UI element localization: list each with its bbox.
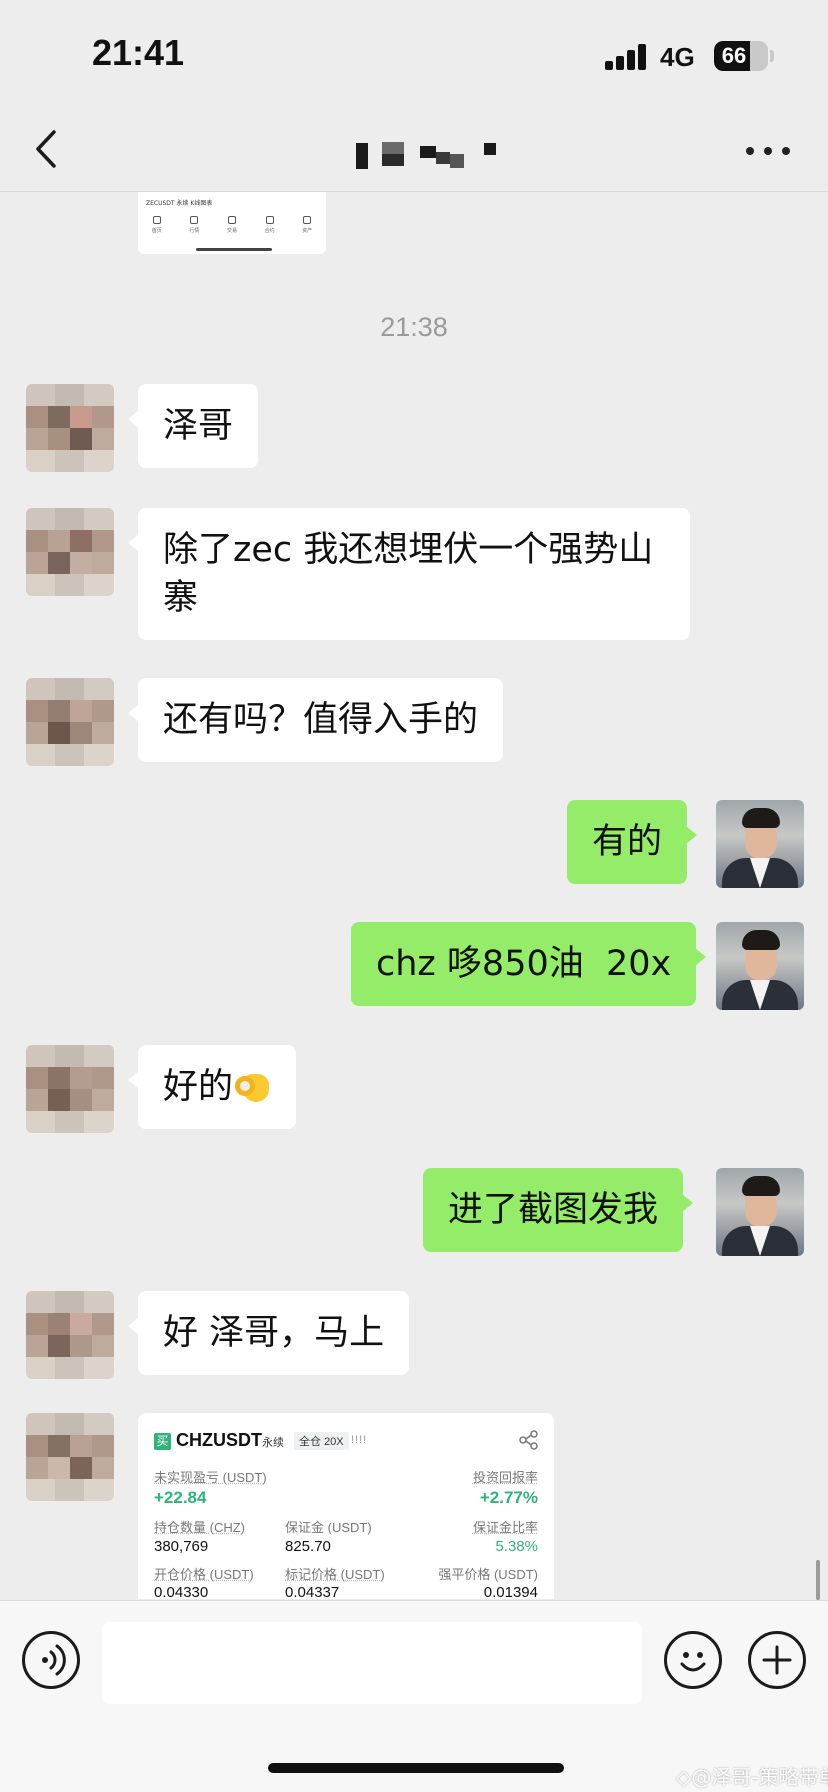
unrealized-pnl-value: +22.84: [154, 1488, 207, 1507]
roi-value: +2.77%: [479, 1488, 538, 1507]
battery-cap: [770, 50, 774, 62]
message-bubble-incoming[interactable]: 泽哥: [127, 384, 259, 468]
smiley-icon: [680, 1652, 706, 1672]
message-bubble-incoming[interactable]: 还有吗？值得入手的: [127, 678, 504, 762]
image-title: ZECUSDT 永续 K线图表: [146, 200, 213, 207]
message-text: 有的: [592, 822, 663, 862]
signal-icon: [605, 44, 649, 70]
mark-price-value: 0.04337: [285, 1584, 340, 1599]
entry-price-label: 开仓价格 (USDT): [154, 1567, 254, 1582]
watermark-text: ◇@泽哥-策略带单: [676, 1765, 828, 1789]
mark-price-label: 标记价格 (USDT): [285, 1567, 385, 1582]
image-tab: 资产: [297, 216, 317, 240]
perp-tag: 永续: [262, 1437, 284, 1449]
roi-label: 投资回报率: [472, 1470, 538, 1485]
message-text: 泽哥: [163, 406, 234, 446]
voice-input-button[interactable]: [22, 1631, 80, 1689]
contact-avatar[interactable]: [26, 508, 114, 596]
image-message-top[interactable]: ZECUSDT 永续 K线图表 首页 行情 交易 合约 资产: [138, 192, 326, 254]
input-bar: ◇@泽哥-策略带单: [0, 1600, 828, 1792]
message-bubble-outgoing[interactable]: chz 哆850油 20x: [351, 922, 707, 1006]
message-text: 好的: [163, 1067, 234, 1107]
contact-avatar[interactable]: [26, 1413, 114, 1501]
network-type: 4G: [660, 42, 695, 72]
liq-price-value: 0.01394: [483, 1584, 538, 1599]
unrealized-pnl-label: 未实现盈亏 (USDT): [154, 1470, 267, 1485]
plus-icon: [762, 1645, 792, 1675]
signal-bars: !!!!: [351, 1434, 368, 1446]
status-time: 21:41: [92, 32, 185, 73]
more-options-icon[interactable]: [744, 135, 794, 165]
image-tab: 交易: [222, 216, 242, 240]
position-size-value: 380,769: [154, 1538, 209, 1555]
image-tab: 合约: [260, 216, 280, 240]
emoji-button[interactable]: [664, 1631, 722, 1689]
battery-icon: 66: [714, 41, 768, 71]
message-bubble-outgoing[interactable]: 有的: [567, 800, 698, 884]
image-tab: 行情: [184, 216, 204, 240]
position-screenshot-message[interactable]: 买 CHZUSDT 永续 全仓 20X !!!! 未实现盈亏 (USDT) 投资…: [138, 1413, 554, 1599]
position-size-label: 持仓数量 (CHZ): [154, 1520, 245, 1535]
message-text: 还有吗？值得入手的: [163, 700, 479, 740]
contact-name-redacted: [350, 140, 500, 170]
chat-timestamp: 21:38: [380, 312, 448, 342]
scroll-indicator[interactable]: [816, 1560, 820, 1600]
trade-symbol: CHZUSDT: [176, 1430, 262, 1450]
image-home-bar: [196, 248, 272, 251]
message-bubble-incoming[interactable]: 好的: [127, 1045, 297, 1129]
message-bubble-incoming[interactable]: 除了zec 我还想埋伏一个强势山 寨: [128, 508, 690, 640]
status-bar: 21:41 4G 66: [0, 0, 828, 110]
home-indicator[interactable]: [268, 1763, 564, 1773]
message-input[interactable]: [102, 1622, 642, 1704]
margin-mode-tag: 全仓 20X: [294, 1432, 349, 1450]
message-text: chz 哆850油 20x: [376, 944, 672, 984]
contact-avatar[interactable]: [26, 678, 114, 766]
contact-avatar[interactable]: [26, 384, 114, 472]
message-bubble-outgoing[interactable]: 进了截图发我: [423, 1168, 694, 1252]
battery-level: 66: [721, 43, 747, 68]
my-avatar[interactable]: [716, 922, 804, 1010]
contact-avatar[interactable]: [26, 1045, 114, 1133]
message-bubble-incoming[interactable]: 好 泽哥，马上: [127, 1291, 410, 1375]
my-avatar[interactable]: [716, 800, 804, 888]
voice-icon: [42, 1644, 66, 1676]
message-text: 寨: [163, 578, 199, 618]
back-arrow-icon[interactable]: [30, 124, 70, 174]
margin-value: 825.70: [285, 1538, 331, 1555]
margin-label: 保证金 (USDT): [285, 1520, 372, 1535]
image-tab: 首页: [147, 216, 167, 240]
more-actions-button[interactable]: [748, 1631, 806, 1689]
contact-avatar[interactable]: [26, 1291, 114, 1379]
chat-header: [0, 110, 828, 192]
message-text: 好 泽哥，马上: [163, 1313, 385, 1353]
share-icon: [519, 1430, 538, 1450]
margin-ratio-label: 保证金比率: [472, 1520, 538, 1535]
message-text: 除了zec 我还想埋伏一个强势山: [163, 530, 654, 570]
message-text: 进了截图发我: [448, 1190, 659, 1230]
image-tab-row: 首页 行情 交易 合约 资产: [138, 216, 326, 240]
buy-badge: 买: [154, 1433, 171, 1450]
ok-hand-emoji-icon: [235, 1066, 271, 1104]
liq-price-label: 强平价格 (USDT): [438, 1567, 538, 1582]
my-avatar[interactable]: [716, 1168, 804, 1256]
margin-ratio-value: 5.38%: [495, 1538, 538, 1555]
entry-price-value: 0.04330: [154, 1584, 209, 1599]
